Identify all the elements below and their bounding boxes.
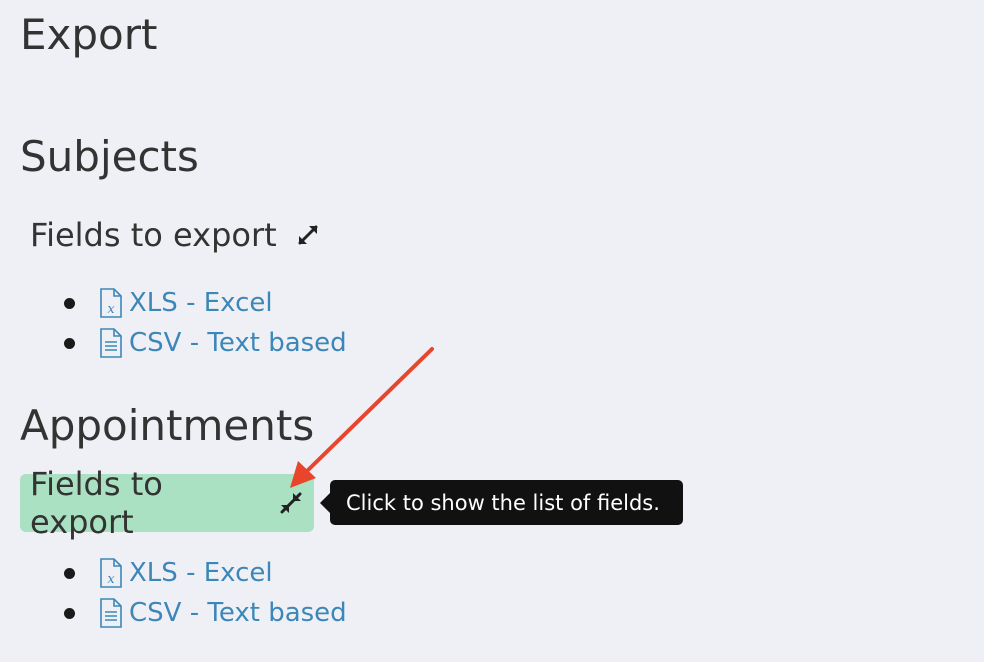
- text-file-icon: [100, 598, 122, 628]
- fields-toggle-label: Fields to export: [30, 216, 277, 254]
- tooltip: Click to show the list of fields.: [320, 480, 683, 525]
- export-xls-label: XLS - Excel: [129, 288, 273, 318]
- export-csv-link[interactable]: CSV - Text based: [99, 598, 347, 628]
- bullet: [64, 297, 75, 309]
- expand-icon[interactable]: [295, 222, 321, 248]
- export-csv-label: CSV - Text based: [129, 328, 347, 358]
- fields-to-export-toggle-appointments[interactable]: Fields to export: [20, 465, 314, 541]
- export-list-appointments: x XLS - Excel CSV - Text based: [64, 553, 347, 633]
- page-title: Export: [20, 10, 158, 59]
- export-csv-link[interactable]: CSV - Text based: [99, 328, 347, 358]
- list-item: x XLS - Excel: [64, 553, 347, 593]
- text-file-icon: [100, 328, 122, 358]
- svg-text:x: x: [107, 572, 115, 587]
- export-xls-label: XLS - Excel: [129, 558, 273, 588]
- bullet: [64, 567, 75, 579]
- svg-text:x: x: [107, 302, 115, 317]
- bullet: [64, 337, 75, 349]
- excel-file-icon: x: [100, 288, 122, 318]
- list-item: CSV - Text based: [64, 593, 347, 633]
- excel-file-icon: x: [100, 558, 122, 588]
- export-csv-label: CSV - Text based: [129, 598, 347, 628]
- export-list-subjects: x XLS - Excel CSV - Text based: [64, 283, 347, 363]
- fields-toggle-label: Fields to export: [30, 465, 163, 541]
- collapse-icon[interactable]: [278, 490, 304, 516]
- export-xls-link[interactable]: x XLS - Excel: [99, 558, 273, 588]
- list-item: x XLS - Excel: [64, 283, 347, 323]
- list-item: CSV - Text based: [64, 323, 347, 363]
- export-page: Export Subjects Fields to export x XLS -…: [0, 0, 984, 662]
- bullet: [64, 607, 75, 619]
- fields-to-export-toggle-subjects[interactable]: Fields to export: [20, 206, 331, 264]
- export-xls-link[interactable]: x XLS - Excel: [99, 288, 273, 318]
- section-title-subjects: Subjects: [20, 132, 199, 181]
- section-title-appointments: Appointments: [20, 401, 315, 450]
